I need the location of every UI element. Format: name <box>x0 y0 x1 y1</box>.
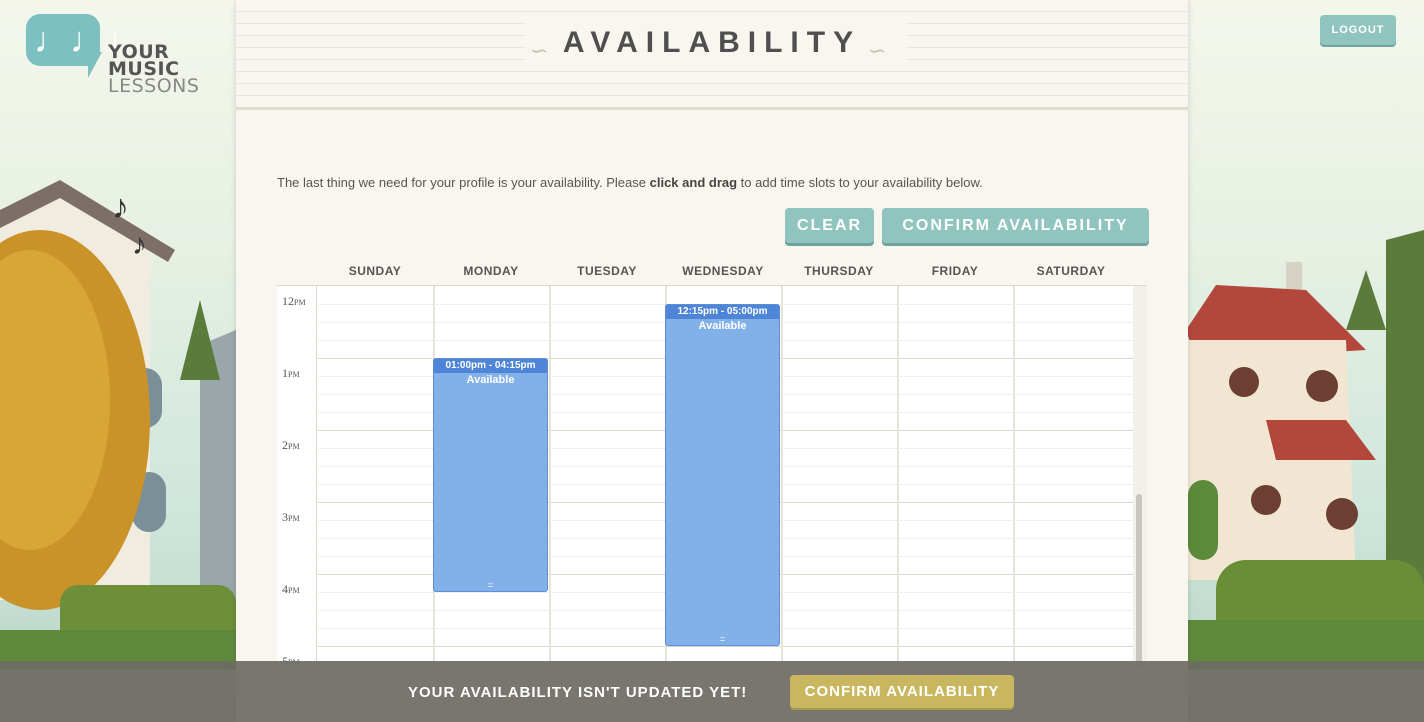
day-header-wednesday: WEDNESDAY <box>682 264 764 278</box>
hour-label: 12PM <box>282 294 306 308</box>
main-panel: ∽ ∽ AVAILABILITY The last thing we need … <box>236 0 1188 722</box>
intro-text-emphasis: click and drag <box>649 175 738 190</box>
time-axis: 12PM 1PM 2PM 3PM 4PM 5PM <box>277 286 317 667</box>
hour-label: 2PM <box>282 438 300 452</box>
logo-bubble-tail <box>88 52 102 78</box>
clear-button[interactable]: CLEAR <box>785 208 874 243</box>
unsaved-message: YOUR AVAILABILITY ISN'T UPDATED YET! <box>408 684 748 701</box>
availability-event-wednesday[interactable]: 12:15pm - 05:00pm Available = <box>665 304 780 646</box>
right-illustration: ♫ ♪ <box>1186 0 1424 722</box>
event-time-range: 01:00pm - 04:15pm <box>434 359 547 373</box>
left-illustration: ♪ ♪ <box>0 0 236 722</box>
bottom-confirm-availability-button[interactable]: CONFIRM AVAILABILITY <box>790 675 1014 708</box>
day-header-monday: MONDAY <box>463 264 519 278</box>
music-note-icon: ♪ <box>112 188 129 226</box>
unsaved-changes-bar: YOUR AVAILABILITY ISN'T UPDATED YET! <box>0 661 1424 722</box>
page-header: ∽ ∽ AVAILABILITY <box>236 0 1188 110</box>
day-header-thursday: THURSDAY <box>804 264 874 278</box>
music-note-icon: ♪ <box>132 228 147 261</box>
confirm-availability-button[interactable]: CONFIRM AVAILABILITY <box>882 208 1149 243</box>
calendar-day-header: SUNDAY MONDAY TUESDAY WEDNESDAY THURSDAY… <box>277 257 1147 286</box>
hour-label: 1PM <box>282 366 300 380</box>
intro-text-end: to add time slots to your availability b… <box>737 175 983 190</box>
logout-button[interactable]: LOGOUT <box>1320 15 1396 45</box>
availability-calendar: SUNDAY MONDAY TUESDAY WEDNESDAY THURSDAY… <box>277 257 1147 667</box>
hour-label: 4PM <box>282 582 300 596</box>
day-header-sunday: SUNDAY <box>348 264 402 278</box>
day-header-friday: FRIDAY <box>931 264 979 278</box>
logo-wordmark: YOUR MUSIC LESSONS <box>108 43 200 97</box>
event-label: Available <box>698 320 747 332</box>
page-title: AVAILABILITY <box>562 26 862 59</box>
intro-text: The last thing we need for your profile … <box>277 175 983 190</box>
availability-event-monday[interactable]: 01:00pm - 04:15pm Available = <box>433 358 548 592</box>
calendar-scrollbar-thumb[interactable] <box>1136 494 1142 667</box>
resize-handle[interactable]: = <box>434 581 547 590</box>
day-header-tuesday: TUESDAY <box>577 264 637 278</box>
resize-handle[interactable]: = <box>666 635 779 644</box>
calendar-body[interactable]: 12PM 1PM 2PM 3PM 4PM 5PM <box>277 286 1133 667</box>
logo-word-lessons: LESSONS <box>108 75 200 97</box>
event-label: Available <box>466 374 515 386</box>
day-header-saturday: SATURDAY <box>1036 264 1106 278</box>
event-time-range: 12:15pm - 05:00pm <box>666 305 779 319</box>
site-logo[interactable]: ♩♩♩ YOUR MUSIC LESSONS <box>26 14 216 102</box>
hour-label: 3PM <box>282 510 300 524</box>
intro-text-start: The last thing we need for your profile … <box>277 175 650 190</box>
